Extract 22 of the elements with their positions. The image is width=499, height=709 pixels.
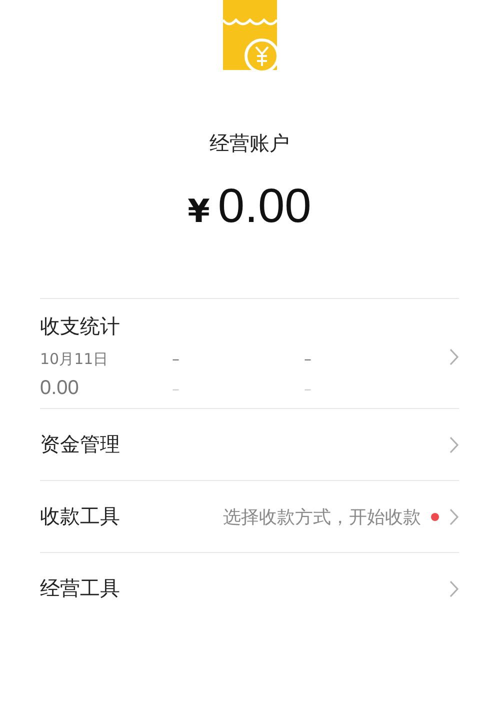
menu-hint: 选择收款方式，开始收款: [223, 506, 421, 528]
stats-placeholder: –: [172, 350, 180, 369]
menu-label: 经营工具: [40, 575, 120, 602]
chevron-icon: [449, 580, 459, 598]
stats-row[interactable]: 收支统计 10月11日 – – 0.00 – –: [40, 298, 459, 408]
menu-label: 资金管理: [40, 431, 120, 458]
account-title: 经营账户: [210, 130, 290, 157]
stats-placeholder: –: [304, 380, 312, 398]
menu-item[interactable]: 资金管理: [40, 408, 459, 480]
menu-label: 收款工具: [40, 503, 120, 530]
menu-item[interactable]: 经营工具: [40, 552, 459, 624]
stats-placeholder: –: [304, 350, 312, 369]
menu-item[interactable]: 收款工具 选择收款方式，开始收款: [40, 480, 459, 552]
stats-placeholder: –: [172, 380, 180, 398]
chevron-icon: [449, 508, 459, 526]
stats-value: 0.00: [40, 377, 80, 400]
chevron-icon: [449, 348, 459, 366]
balance-amount: 0.00: [218, 179, 312, 234]
stats-date: 10月11日: [40, 350, 110, 369]
stats-title: 收支统计: [40, 313, 121, 340]
chevron-icon: [449, 436, 459, 454]
currency-symbol: ¥: [188, 192, 210, 230]
